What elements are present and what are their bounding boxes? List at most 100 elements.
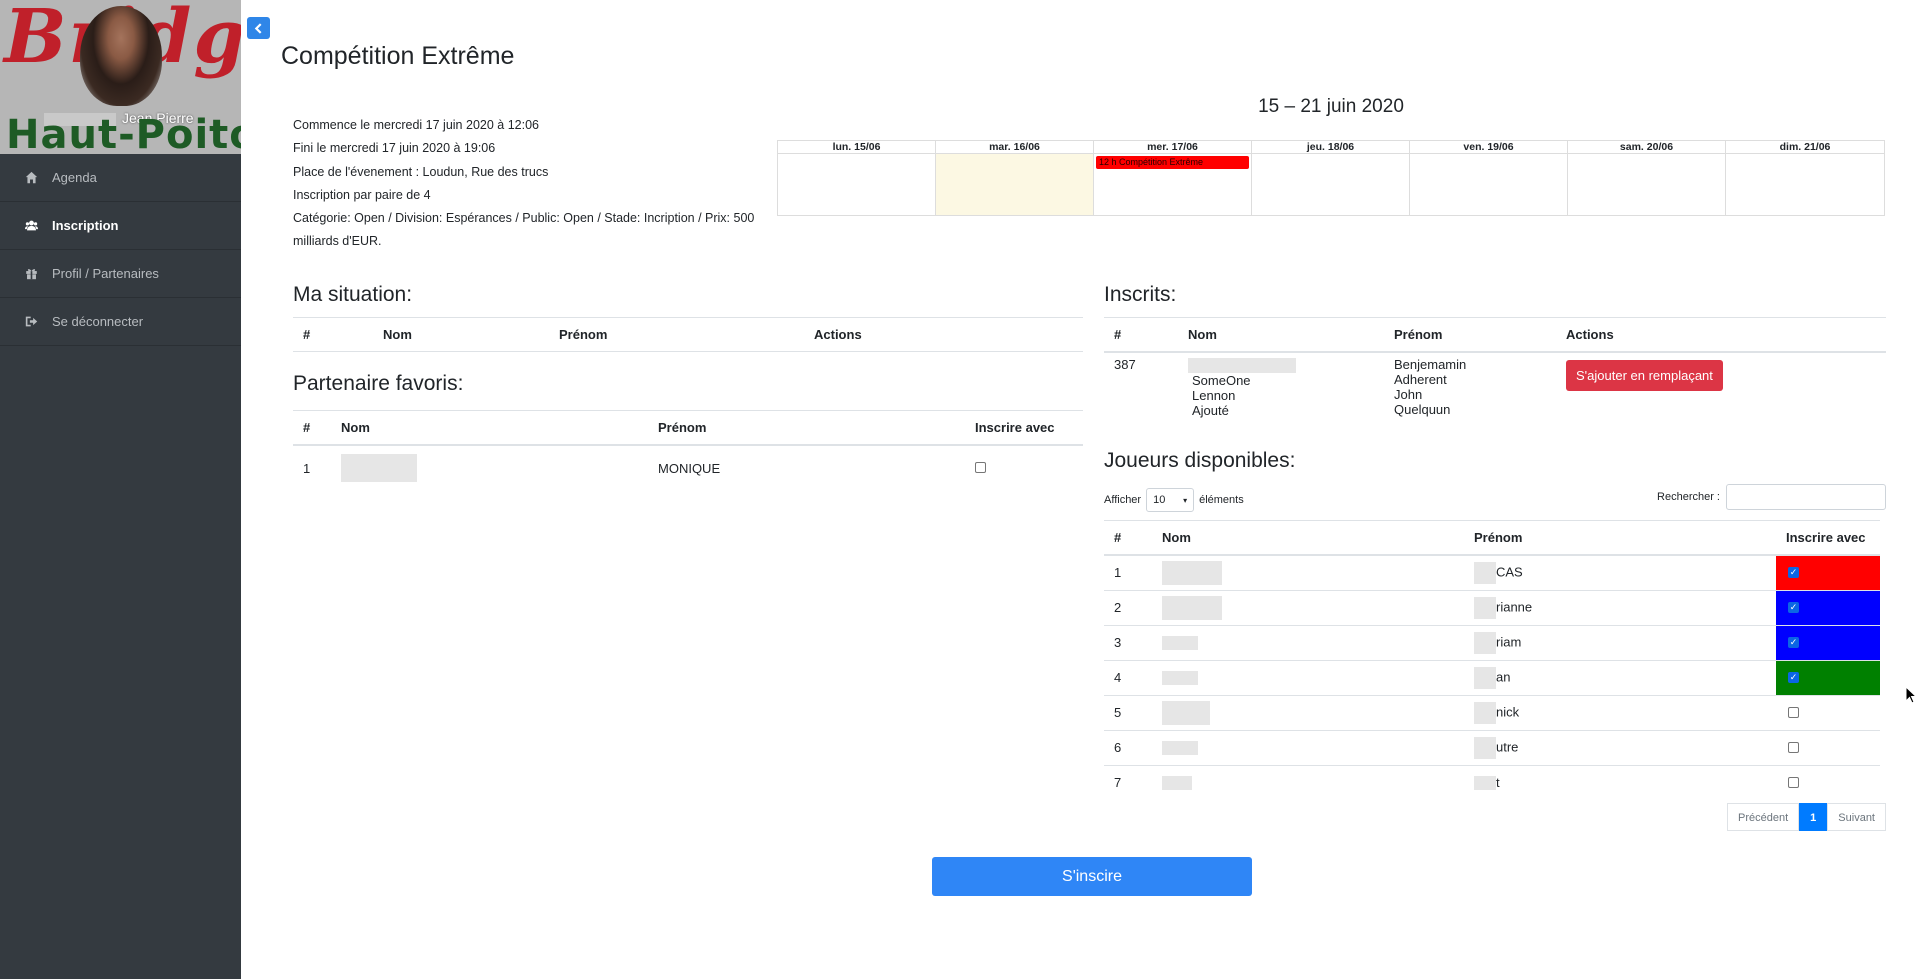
calendar-day-header: sam. 20/06 <box>1568 141 1725 154</box>
prenom-line: Adherent <box>1394 371 1447 387</box>
calendar-day[interactable]: sam. 20/06 <box>1568 141 1726 215</box>
calendar-day-header: lun. 15/06 <box>778 141 935 154</box>
inscrire-checkbox[interactable]: ✓ <box>1788 637 1799 648</box>
sidebar-item-agenda[interactable]: Agenda <box>0 154 241 202</box>
prenom-text: utre <box>1496 738 1519 754</box>
redacted-name <box>1162 671 1198 686</box>
inscrire-checkbox[interactable] <box>1788 777 1799 788</box>
add-as-replacement-button[interactable]: S'ajouter en remplaçant <box>1566 359 1723 391</box>
calendar-day[interactable]: mer. 17/06 12 h Compétition Extrême <box>1094 141 1252 215</box>
column-header: Actions <box>1556 317 1886 353</box>
redacted-name <box>1474 631 1496 654</box>
color-slot <box>1776 766 1880 800</box>
prenom-cell: CAS <box>1464 554 1776 590</box>
redacted-name <box>1162 595 1222 620</box>
club-logo: Bridge Jean Pierre Haut-Poitou <box>0 0 241 154</box>
prenom-cell: Benjemamin Adherent John Quelquun <box>1384 350 1556 422</box>
table-row: 3 riam ✓ <box>1104 624 1880 660</box>
column-header: # <box>1104 520 1152 556</box>
inscrire-cell: ✓ <box>1776 589 1880 625</box>
page-1-button[interactable]: 1 <box>1799 803 1828 831</box>
redacted-name <box>1188 357 1296 373</box>
table-row: 387 SomeOne Lennon Ajouté Benjemamin Adh… <box>1104 350 1886 422</box>
table-row: 1 MONIQUE <box>293 444 1083 491</box>
prenom-line: Quelquun <box>1394 401 1451 417</box>
row-number: 7 <box>1104 764 1152 800</box>
dispo-title: Joueurs disponibles: <box>1104 449 1296 472</box>
column-header: # <box>293 410 331 446</box>
calendar-day[interactable]: jeu. 18/06 <box>1252 141 1410 215</box>
nom-cell <box>1152 624 1464 660</box>
calendar-day[interactable]: ven. 19/06 <box>1410 141 1568 215</box>
calendar-day-body[interactable] <box>936 154 1093 215</box>
mouse-cursor-icon <box>1905 686 1917 704</box>
previous-page-button[interactable]: Précédent <box>1727 803 1800 831</box>
calendar-day-body[interactable] <box>1726 154 1884 215</box>
week-calendar: 15 – 21 juin 2020 lun. 15/06 mar. 16/06 … <box>777 96 1885 216</box>
inscrits-title: Inscrits: <box>1104 283 1177 306</box>
column-header: # <box>293 317 373 352</box>
nom-line: Lennon <box>1192 387 1236 403</box>
calendar-day-today[interactable]: mar. 16/06 <box>936 141 1094 215</box>
register-button[interactable]: S'inscire <box>932 857 1252 896</box>
sidebar-item-profil[interactable]: Profil / Partenaires <box>0 250 241 298</box>
nom-line: Ajouté <box>1192 402 1229 418</box>
nom-cell <box>1152 764 1464 800</box>
calendar-day-header: jeu. 18/06 <box>1252 141 1409 154</box>
prenom-cell: riam <box>1464 624 1776 660</box>
inscrire-checkbox[interactable] <box>1788 707 1799 718</box>
calendar-event[interactable]: 12 h Compétition Extrême <box>1096 156 1249 169</box>
column-header: Prénom <box>648 410 965 446</box>
column-header: Inscrire avec <box>1776 520 1880 556</box>
prenom-cell: t <box>1464 764 1776 800</box>
redacted-name <box>1474 776 1496 791</box>
calendar-day-body[interactable] <box>1410 154 1567 215</box>
calendar-day-body[interactable] <box>1252 154 1409 215</box>
sidebar-item-label: Profil / Partenaires <box>52 266 159 281</box>
calendar-day[interactable]: dim. 21/06 <box>1726 141 1884 215</box>
prenom-cell: an <box>1464 659 1776 695</box>
prenom-text: nick <box>1496 703 1520 719</box>
column-header: Nom <box>373 317 549 352</box>
calendar-day-header: ven. 19/06 <box>1410 141 1567 154</box>
event-start: Commence le mercredi 17 juin 2020 à 12:0… <box>293 118 539 132</box>
sidebar-item-inscription[interactable]: Inscription <box>0 202 241 250</box>
inscrire-cell <box>1776 694 1880 730</box>
calendar-day-header: mar. 16/06 <box>936 141 1093 154</box>
inscrire-checkbox[interactable]: ✓ <box>1788 567 1799 578</box>
dispo-controls: Afficher 10 ▾ éléments Rechercher : <box>1104 484 1886 512</box>
nom-cell <box>1152 659 1464 695</box>
calendar-day-body[interactable] <box>778 154 935 215</box>
sign-out-icon <box>24 315 38 329</box>
calendar-title: 15 – 21 juin 2020 <box>1258 96 1404 117</box>
calendar-day-body[interactable]: 12 h Compétition Extrême <box>1094 154 1251 215</box>
sidebar-item-label: Se déconnecter <box>52 314 144 329</box>
inscrire-cell: ✓ <box>1776 554 1880 590</box>
page-length-select[interactable]: 10 ▾ <box>1146 488 1195 512</box>
sidebar-toggle-button[interactable] <box>247 17 270 39</box>
sidebar: Bridge Jean Pierre Haut-Poitou Agenda In… <box>0 0 241 979</box>
inscrire-checkbox[interactable] <box>975 461 986 473</box>
table-row: 6 utre <box>1104 729 1880 765</box>
redacted-name-line <box>1188 357 1374 373</box>
nom-cell <box>1152 729 1464 765</box>
sidebar-item-logout[interactable]: Se déconnecter <box>0 298 241 346</box>
event-pairing: Inscription par paire de 4 <box>293 187 431 202</box>
table-row: 1 CAS ✓ <box>1104 554 1880 590</box>
inscrire-cell: ✓ <box>1776 659 1880 695</box>
calendar-day[interactable]: lun. 15/06 <box>778 141 936 215</box>
search-input[interactable] <box>1726 484 1886 510</box>
prenom-cell: rianne <box>1464 589 1776 625</box>
inscrire-checkbox[interactable]: ✓ <box>1788 672 1799 683</box>
event-end: Fini le mercredi 17 juin 2020 à 19:06 <box>293 141 496 156</box>
inscrire-checkbox[interactable]: ✓ <box>1788 602 1799 613</box>
next-page-button[interactable]: Suivant <box>1827 803 1886 831</box>
page-title: Compétition Extrême <box>281 42 515 70</box>
color-slot <box>1776 696 1880 730</box>
calendar-day-body[interactable] <box>1568 154 1725 215</box>
sort-arrows-icon: ▾ <box>1183 495 1188 505</box>
inscrire-checkbox[interactable] <box>1788 742 1799 753</box>
nom-cell <box>1152 554 1464 590</box>
search-control: Rechercher : <box>1657 484 1886 510</box>
calendar-day-header: mer. 17/06 <box>1094 141 1251 154</box>
